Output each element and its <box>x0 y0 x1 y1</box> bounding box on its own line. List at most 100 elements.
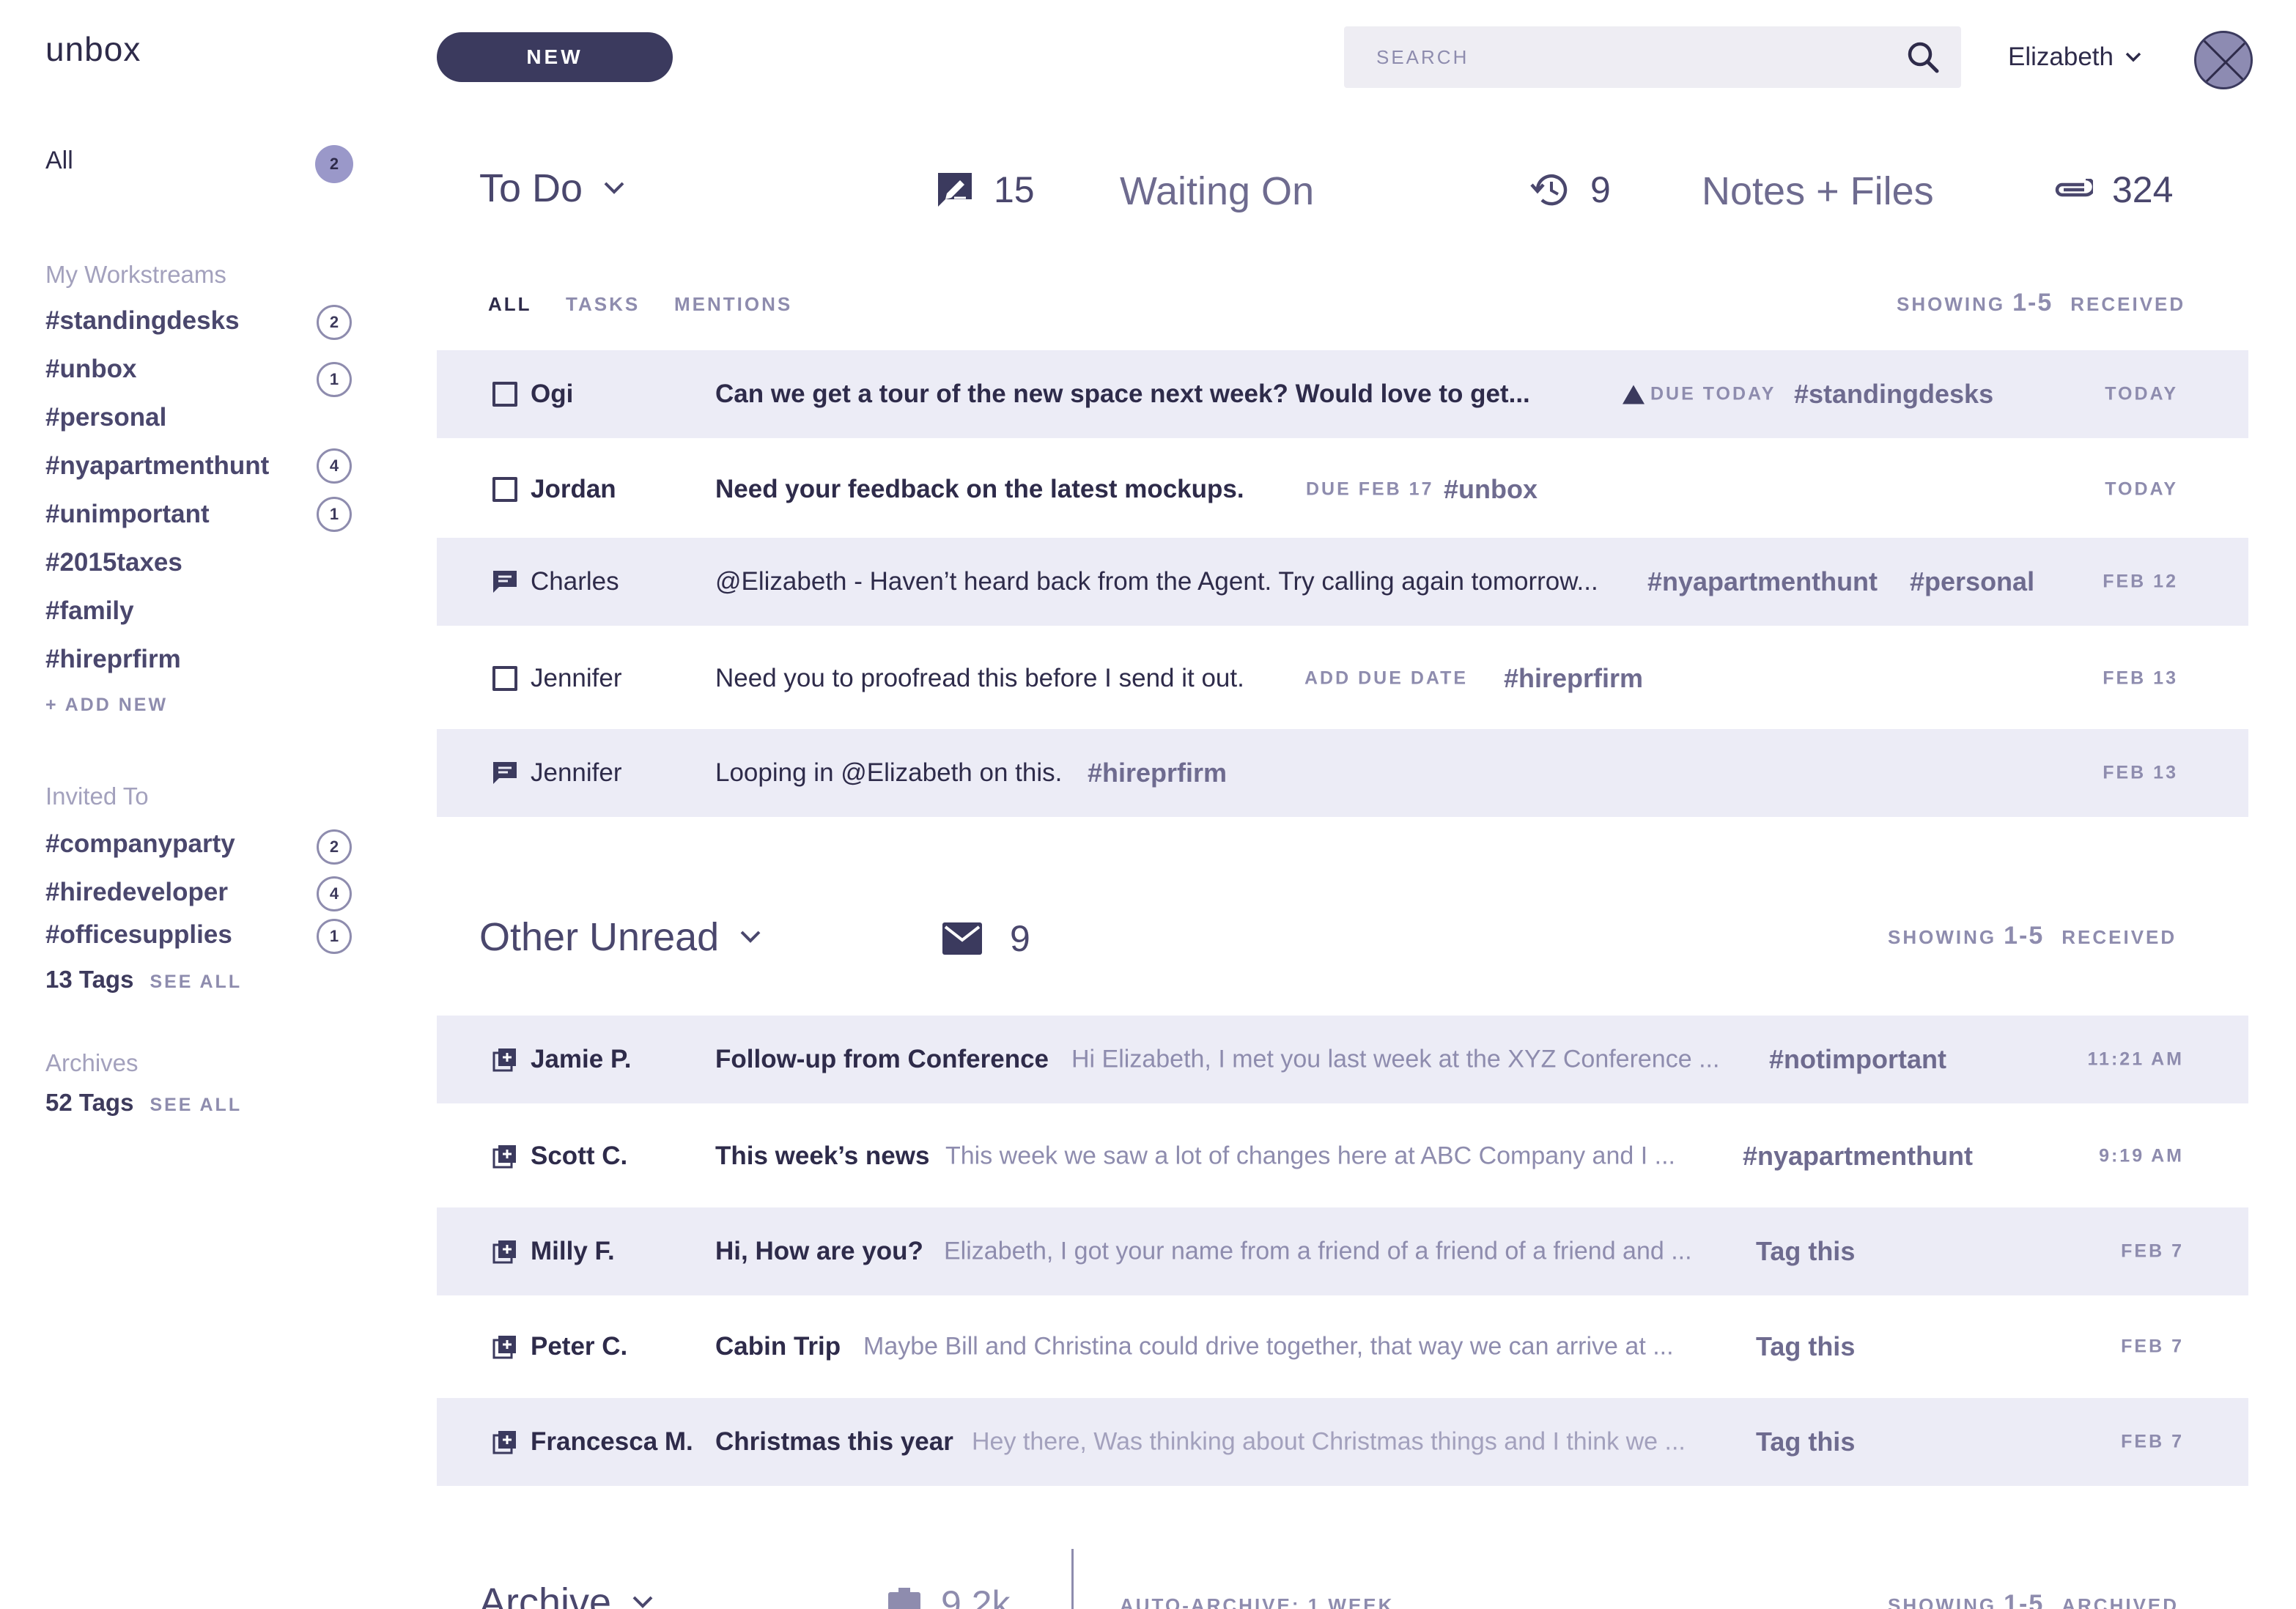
row-hashtag[interactable]: #personal <box>1910 566 2034 597</box>
row-hashtag[interactable]: #nyapartmenthunt <box>1647 566 1878 597</box>
row-sender: Peter C. <box>531 1332 628 1361</box>
table-row[interactable]: Jennifer Looping in @Elizabeth on this. … <box>437 729 2248 817</box>
sidebar-item-unimportant[interactable]: #unimportant <box>45 500 210 529</box>
search-input[interactable] <box>1376 42 1875 72</box>
table-row[interactable]: Ogi Can we get a tour of the new space n… <box>437 350 2248 438</box>
row-preview: Hey there, Was thinking about Christmas … <box>972 1427 1686 1456</box>
table-row[interactable]: Jennifer Need you to proofread this befo… <box>437 635 2248 722</box>
sidebar-item-hiredeveloper[interactable]: #hiredeveloper <box>45 878 228 907</box>
row-date: FEB 7 <box>2121 1336 2184 1357</box>
row-preview: Hi Elizabeth, I met you last week at the… <box>1071 1045 1720 1073</box>
tag-this-link[interactable]: Tag this <box>1756 1331 1855 1362</box>
tab-all[interactable]: ALL <box>488 293 532 316</box>
add-due-date-link[interactable]: ADD DUE DATE <box>1304 668 1468 689</box>
task-checkbox[interactable] <box>491 476 519 503</box>
add-to-list-icon[interactable] <box>491 1238 519 1265</box>
row-hashtag[interactable]: #hireprfirm <box>1504 663 1643 694</box>
table-row[interactable]: Peter C. Cabin Trip Maybe Bill and Chris… <box>437 1303 2248 1391</box>
todo-title: To Do <box>479 166 583 210</box>
row-hashtag[interactable]: #unbox <box>1444 474 1538 505</box>
archive-see-all-link[interactable]: SEE ALL <box>150 1095 242 1115</box>
due-badge[interactable]: DUE FEB 17 <box>1306 479 1433 500</box>
sidebar-item-2015taxes[interactable]: #2015taxes <box>45 548 182 577</box>
table-row[interactable]: Charles @Elizabeth - Haven’t heard back … <box>437 538 2248 626</box>
todo-stat[interactable]: 15 <box>935 169 1035 211</box>
user-name: Elizabeth <box>2008 42 2114 71</box>
auto-archive-setting[interactable]: AUTO-ARCHIVE: 1 WEEK <box>1120 1594 1394 1609</box>
row-subject: Looping in @Elizabeth on this. <box>715 758 1063 787</box>
table-row[interactable]: Jordan Need your feedback on the latest … <box>437 445 2248 533</box>
row-sender: Jennifer <box>531 664 622 692</box>
user-menu[interactable]: Elizabeth <box>2008 42 2141 72</box>
sidebar-item-nyapartmenthunt[interactable]: #nyapartmenthunt <box>45 451 269 481</box>
chevron-down-icon <box>740 931 761 943</box>
archive-dropdown[interactable]: Archive <box>479 1580 654 1609</box>
table-row[interactable]: Jamie P. Follow-up from Conference Hi El… <box>437 1016 2248 1103</box>
sidebar-item-family[interactable]: #family <box>45 596 134 626</box>
count-badge: 1 <box>317 919 352 954</box>
row-subject: Need you to proofread this before I send… <box>715 664 1244 692</box>
task-checkbox[interactable] <box>491 665 519 692</box>
sort-archived[interactable]: ARCHIVED <box>2061 1594 2179 1609</box>
chevron-down-icon <box>604 182 624 194</box>
waiting-stat[interactable]: 9 <box>1529 169 1611 211</box>
history-icon <box>1530 174 1568 206</box>
row-date: FEB 13 <box>2103 667 2178 689</box>
showing-range[interactable]: 1-5 <box>2004 1590 2044 1609</box>
row-hashtag[interactable]: #nyapartmenthunt <box>1743 1141 1973 1172</box>
add-to-list-icon[interactable] <box>491 1046 519 1073</box>
unread-stat: 9 <box>942 917 1030 960</box>
due-badge[interactable]: DUE TODAY <box>1623 384 1776 405</box>
sidebar-item-all[interactable]: All <box>45 147 73 175</box>
sidebar-item-personal[interactable]: #personal <box>45 403 166 432</box>
table-row[interactable]: Scott C. This week’s news This week we s… <box>437 1112 2248 1200</box>
row-sender: Scott C. <box>531 1142 628 1170</box>
other-unread-title: Other Unread <box>479 915 720 959</box>
unread-showing: SHOWING 1-5 RECEIVED <box>1888 922 2177 950</box>
all-count-badge: 2 <box>315 145 353 183</box>
row-date: FEB 7 <box>2121 1431 2184 1452</box>
table-row[interactable]: Milly F. Hi, How are you? Elizabeth, I g… <box>437 1207 2248 1295</box>
add-to-list-icon[interactable] <box>491 1142 519 1170</box>
waiting-count: 9 <box>1590 169 1611 210</box>
divider <box>1071 1549 1074 1609</box>
sort-received[interactable]: RECEIVED <box>2070 293 2185 316</box>
task-checkbox[interactable] <box>491 380 519 408</box>
avatar[interactable] <box>2194 31 2253 89</box>
other-unread-dropdown[interactable]: Other Unread <box>479 914 761 960</box>
row-date: TODAY <box>2105 383 2178 404</box>
table-row[interactable]: Francesca M. Christmas this year Hey the… <box>437 1398 2248 1486</box>
tab-tasks[interactable]: TASKS <box>566 293 640 316</box>
tag-this-link[interactable]: Tag this <box>1756 1236 1855 1267</box>
archive-stat: 9.2k <box>887 1583 1011 1609</box>
sidebar-item-standingdesks[interactable]: #standingdesks <box>45 306 240 336</box>
new-button[interactable]: NEW <box>437 32 673 82</box>
sort-received[interactable]: RECEIVED <box>2061 926 2177 949</box>
add-to-list-icon[interactable] <box>491 1333 519 1361</box>
search-icon[interactable] <box>1905 40 1941 75</box>
row-hashtag[interactable]: #notimportant <box>1769 1044 1946 1075</box>
todo-dropdown[interactable]: To Do <box>479 166 625 211</box>
comment-icon <box>491 759 519 787</box>
checkbox-icon <box>492 477 517 502</box>
brand-logo[interactable]: unbox <box>45 29 141 69</box>
sidebar-item-companyparty[interactable]: #companyparty <box>45 829 235 859</box>
row-sender: Francesca M. <box>531 1427 693 1456</box>
row-hashtag[interactable]: #standingdesks <box>1794 379 1993 410</box>
row-hashtag[interactable]: #hireprfirm <box>1088 758 1227 788</box>
showing-range[interactable]: 1-5 <box>2004 922 2044 950</box>
sidebar-item-unbox[interactable]: #unbox <box>45 355 136 384</box>
sidebar-item-officesupplies[interactable]: #officesupplies <box>45 920 232 950</box>
waiting-on-tab[interactable]: Waiting On <box>1120 169 1314 214</box>
add-new-link[interactable]: + ADD NEW <box>45 695 168 716</box>
tag-this-link[interactable]: Tag this <box>1756 1427 1855 1457</box>
tab-mentions[interactable]: MENTIONS <box>674 293 792 316</box>
row-subject: Can we get a tour of the new space next … <box>715 380 1530 408</box>
invited-see-all-link[interactable]: SEE ALL <box>150 972 242 992</box>
add-to-list-icon[interactable] <box>491 1428 519 1456</box>
showing-range[interactable]: 1-5 <box>2012 289 2053 317</box>
count-badge: 1 <box>317 497 352 532</box>
notes-stat[interactable]: 324 <box>2052 169 2173 211</box>
sidebar-item-hireprfirm[interactable]: #hireprfirm <box>45 645 181 674</box>
notes-files-tab[interactable]: Notes + Files <box>1702 169 1934 214</box>
